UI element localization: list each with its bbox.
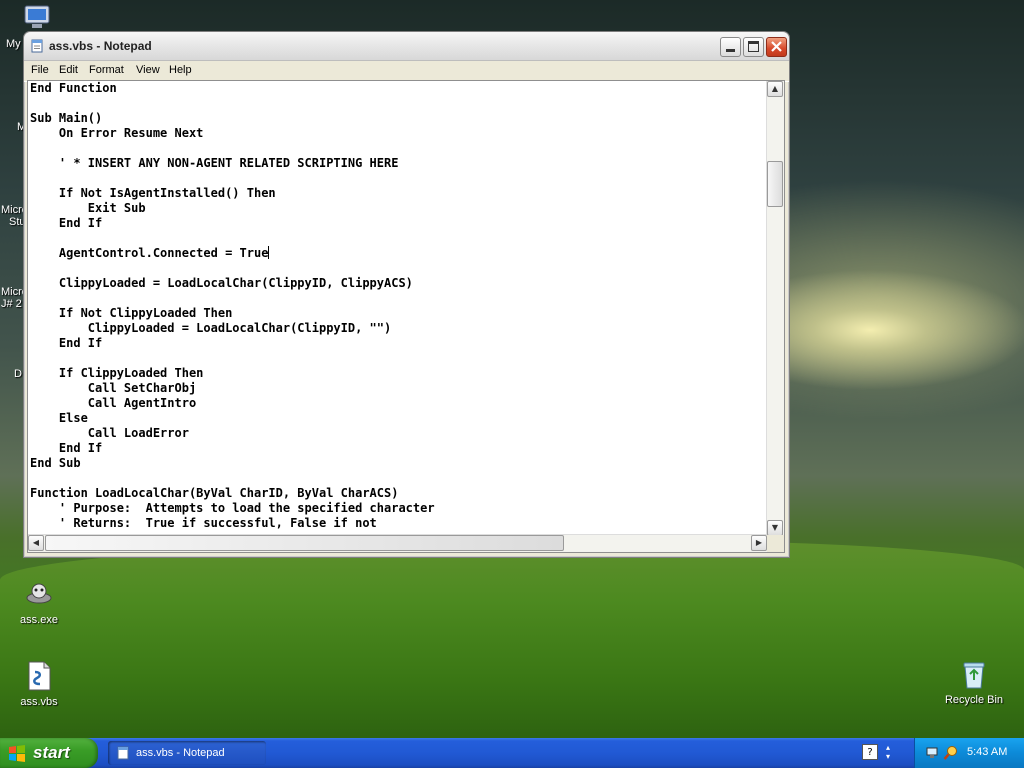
code-line: Sub Main() (30, 111, 103, 125)
code-line: Function LoadLocalChar(ByVal CharID, ByV… (30, 486, 399, 500)
menu-format[interactable]: Format (89, 64, 124, 76)
start-button[interactable]: start (0, 738, 98, 768)
code-line: Else (30, 411, 88, 425)
code-line: ' Purpose: Attempts to load the specifie… (30, 501, 435, 515)
code-line: End Function (30, 81, 117, 95)
code-line: If ClippyLoaded Then (30, 366, 204, 380)
menu-help[interactable]: Help (169, 64, 192, 76)
scroll-right-button[interactable]: ▶ (751, 535, 767, 551)
recycle-bin-icon (958, 658, 990, 690)
code-line: Call AgentIntro (30, 396, 197, 410)
desktop-icon-label: Recycle Bin (944, 694, 1004, 706)
title-bar[interactable]: ass.vbs - Notepad (24, 32, 789, 61)
code-line: End Sub (30, 456, 81, 470)
windows-flag-icon (9, 745, 25, 762)
code-line: End If (30, 336, 103, 350)
menu-bar: File Edit Format View Help (24, 61, 789, 82)
code-text-area[interactable]: End Function Sub Main() On Error Resume N… (30, 81, 768, 536)
code-line: End If (30, 441, 103, 455)
code-line: ClippyLoaded = LoadLocalChar(ClippyID, "… (30, 321, 392, 335)
maximize-button[interactable] (743, 37, 764, 57)
gear-app-icon (23, 578, 55, 610)
text-editor[interactable]: End Function Sub Main() On Error Resume N… (27, 80, 785, 553)
code-line: AgentControl.Connected = True (30, 246, 270, 260)
text-caret (268, 246, 270, 259)
start-label: start (33, 743, 70, 762)
arrow-down-icon: ▼ (771, 523, 779, 532)
close-button[interactable] (766, 37, 787, 57)
menu-file[interactable]: File (31, 64, 49, 76)
minimize-icon (726, 49, 735, 52)
arrow-left-icon: ◀ (32, 538, 40, 547)
menu-edit[interactable]: Edit (59, 64, 78, 76)
code-line: If Not ClippyLoaded Then (30, 306, 233, 320)
scrollbar-corner (767, 535, 784, 552)
taskbar-button-notepad[interactable]: ass.vbs - Notepad (108, 741, 266, 765)
vbs-script-icon (23, 660, 55, 692)
window-title: ass.vbs - Notepad (49, 39, 152, 53)
desktop-label-6[interactable]: J# 2 (1, 298, 22, 310)
code-line: Call SetCharObj (30, 381, 197, 395)
desktop-icon-label: ass.vbs (20, 696, 58, 708)
code-line: ' Returns: True if successful, False if … (30, 516, 377, 530)
close-icon (771, 41, 782, 52)
vertical-scroll-thumb[interactable] (767, 161, 783, 207)
code-line: On Error Resume Next (30, 126, 204, 140)
notepad-app-icon[interactable] (30, 39, 44, 53)
code-line: Call LoadError (30, 426, 189, 440)
arrow-right-icon: ▶ (755, 538, 763, 547)
desktop-wallpaper-hill (0, 540, 1024, 740)
my-computer-icon[interactable] (22, 4, 54, 30)
code-line: End If (30, 216, 103, 230)
horizontal-scroll-thumb[interactable] (45, 535, 564, 551)
desktop-icon-label: ass.exe (20, 614, 58, 626)
scroll-down-button[interactable]: ▼ (767, 520, 783, 536)
scroll-left-button[interactable]: ◀ (28, 535, 44, 551)
scroll-up-button[interactable]: ▲ (767, 81, 783, 97)
taskbar-button-label: ass.vbs - Notepad (136, 747, 225, 759)
network-tray-icon[interactable] (925, 745, 941, 761)
desktop-icon-ass-vbs[interactable]: ass.vbs (4, 660, 74, 708)
menu-view[interactable]: View (136, 64, 160, 76)
search-tray-icon[interactable] (943, 745, 959, 761)
minimize-button[interactable] (720, 37, 741, 57)
code-line: ' * INSERT ANY NON-AGENT RELATED SCRIPTI… (30, 156, 399, 170)
desktop-icon-recycle-bin[interactable]: Recycle Bin (939, 658, 1009, 706)
vertical-scrollbar[interactable]: ▲ ▼ (766, 81, 784, 536)
notepad-app-icon (117, 746, 129, 760)
system-tray: 5:43 AM (914, 738, 1024, 768)
language-bar-options-icon[interactable]: ▴ ▾ (886, 743, 890, 761)
language-bar-help-icon[interactable]: ? (862, 744, 878, 760)
code-line: ClippyLoaded = LoadLocalChar(ClippyID, C… (30, 276, 413, 290)
desktop-label-7[interactable]: D (14, 368, 22, 380)
notepad-window: ass.vbs - Notepad File Edit Format View … (23, 31, 790, 558)
desktop-icon-ass-exe[interactable]: ass.exe (4, 578, 74, 626)
arrow-up-icon: ▲ (771, 84, 779, 93)
code-line: Exit Sub (30, 201, 146, 215)
code-line: If Not IsAgentInstalled() Then (30, 186, 276, 200)
desktop-label-my-computer[interactable]: My (6, 38, 21, 50)
maximize-icon (748, 41, 759, 44)
clock[interactable]: 5:43 AM (967, 746, 1007, 758)
taskbar: start ass.vbs - Notepad ? ▴ ▾ 5:43 AM (0, 738, 1024, 768)
horizontal-scrollbar[interactable]: ◀ ▶ (28, 534, 767, 552)
